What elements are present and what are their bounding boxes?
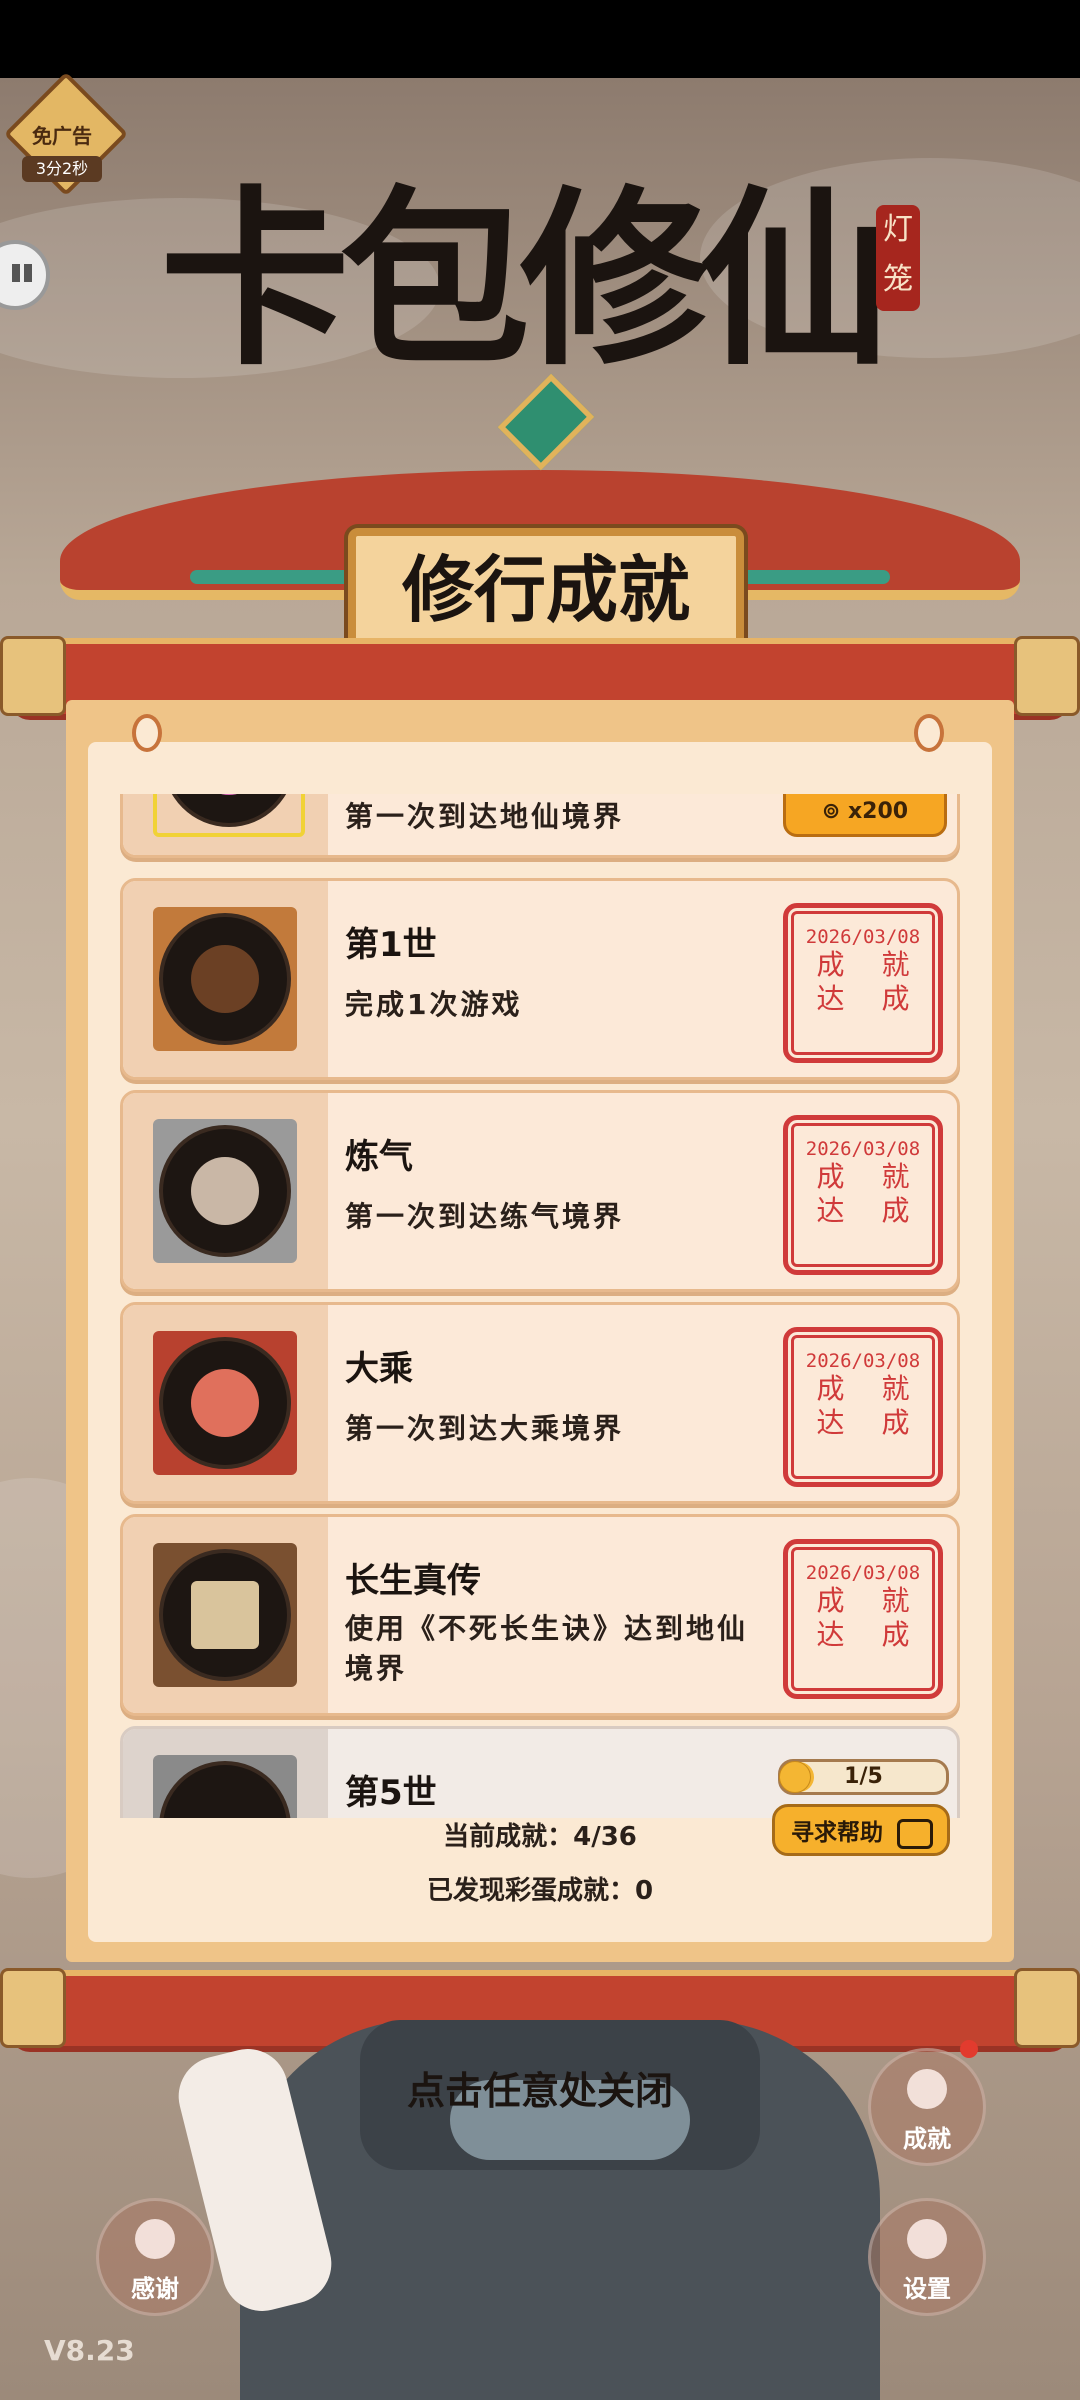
thanks-button[interactable]: 感谢 [96,2198,214,2316]
eye-icon [153,1755,297,1818]
completed-stamp: 2026/03/08 成 就 达 成 [783,1115,943,1275]
achievement-button[interactable]: 成就 [868,2048,986,2166]
achievement-card[interactable]: 大乘 第一次到达大乘境界 2026/03/08 成 就 达 成 [120,1302,960,1504]
achievement-desc: 使用《不死长生诀》达到地仙境界 [345,1612,749,1685]
heart-user-icon [135,2219,175,2259]
help-button[interactable]: 寻求帮助 [772,1804,950,1856]
achievement-card[interactable]: 炼气 第一次到达练气境界 2026/03/08 成 就 达 成 [120,1090,960,1292]
panel-title: 修行成就 [401,547,690,632]
achievement-card[interactable]: 第1世 完成1次游戏 2026/03/08 成 就 达 成 [120,878,960,1080]
book-icon [153,1543,297,1687]
achievement-card[interactable]: 第一次到达地仙境界 ⊚ x200 [120,794,960,858]
notification-dot [960,2040,978,2058]
achievement-desc: 第一次到达练气境界 [345,1200,625,1233]
achievement-list[interactable]: 第一次到达地仙境界 ⊚ x200 第1世 完成1次游戏 2026/03/08 成… [120,794,960,1818]
coin-icon: ⊚ [821,799,848,824]
qi-icon [153,1119,297,1263]
achievement-name: 炼气 [345,1137,413,1177]
chat-icon [897,1819,933,1849]
stamp-date: 2026/03/08 [805,926,921,948]
reward-badge: ⊚ x200 [783,794,947,837]
remove-ads-timer: 3分2秒 [22,156,102,182]
achievement-desc: 第一次到达大乘境界 [345,1412,625,1445]
achievement-name: 第5世 [345,1773,437,1813]
achievement-progress-bar: 1/5 [778,1759,949,1795]
stamp-date: 2026/03/08 [805,1138,921,1160]
status-bar [0,0,1080,78]
remove-ads-badge[interactable]: 免广告 3分2秒 [3,71,129,197]
settings-button[interactable]: 设置 [868,2198,986,2316]
panel-paper: 第一次到达地仙境界 ⊚ x200 第1世 完成1次游戏 2026/03/08 成… [88,714,992,1942]
pause-icon [12,264,20,282]
panel-title-plaque: 修行成就 [348,528,744,652]
gear-icon [907,2219,947,2259]
aura-icon [153,794,305,837]
progress-text: 1/5 [844,1764,883,1789]
version-label: V8.23 [44,2334,135,2367]
stamp-date: 2026/03/08 [805,1562,921,1584]
star-icon [907,2069,947,2109]
completed-stamp: 2026/03/08 成 就 达 成 [783,1327,943,1487]
achievement-desc: 完成1次游戏 [345,988,523,1021]
remove-ads-label: 免广告 [32,124,92,148]
achievement-desc: 第一次到达地仙境界 [345,800,625,833]
stamp-date: 2026/03/08 [805,1350,921,1372]
achievement-name: 大乘 [345,1349,413,1389]
achievement-card[interactable]: 长生真传 使用《不死长生诀》达到地仙境界 2026/03/08 成 就 达 成 [120,1514,960,1716]
achievement-name: 第1世 [345,925,437,965]
meditation-icon [153,1331,297,1475]
game-title: 卡包修仙 [159,168,890,391]
easter-egg-count: 已发现彩蛋成就：0 [426,1876,654,1906]
achievement-panel: 第一次到达地仙境界 ⊚ x200 第1世 完成1次游戏 2026/03/08 成… [66,700,1014,1962]
title-tag-seal: 灯笼 [876,205,920,311]
achievement-name: 长生真传 [345,1561,481,1601]
completed-stamp: 2026/03/08 成 就 达 成 [783,1539,943,1699]
eye-icon [153,907,297,1051]
jade-gem-icon [497,370,595,480]
completed-stamp: 2026/03/08 成 就 达 成 [783,903,943,1063]
